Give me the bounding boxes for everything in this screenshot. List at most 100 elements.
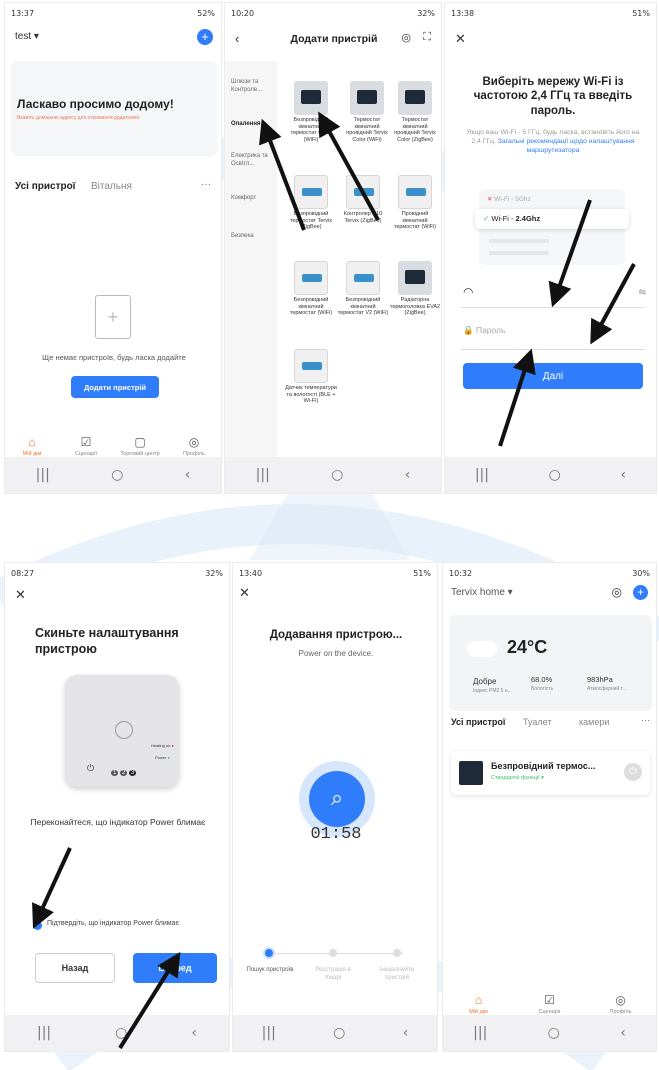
tab-cameras[interactable]: камери [579, 717, 609, 727]
phone-adding-device: 13:40 51% ✕ Додавання пристрою... Power … [232, 562, 438, 1052]
recent-apps-icon[interactable]: ||| [473, 1025, 487, 1041]
back-icon[interactable]: ‹ [405, 467, 411, 483]
tab-living-room[interactable]: Вітальня [91, 181, 132, 192]
phone-home-with-device: 10:32 30% Tervix home ▾ ◎ + 24°C Добре І… [442, 562, 657, 1052]
category-security[interactable]: Безпека [231, 233, 275, 241]
page-title: Скиньте налаштування пристрою [35, 626, 179, 657]
tab-all-devices[interactable]: Усі пристрої [451, 717, 505, 727]
status-bar: 13:38 51% [445, 3, 656, 23]
device-functions[interactable]: Стандартні функції ▾ [491, 775, 544, 781]
step-cloud-label: Реєстрація в Хмарі [315, 967, 351, 981]
welcome-card[interactable]: Ласкаво просимо додому! Вкажіть домашню … [11, 61, 217, 156]
home-button-icon[interactable]: ○ [549, 467, 561, 483]
power-led-label: Power ● [155, 755, 170, 760]
nav-scenes[interactable]: ☑ Сценарії [61, 435, 111, 457]
scan-icon[interactable]: ◎ [401, 31, 411, 44]
device-tile[interactable]: Безпровідний кімнатний термостат Cube (W… [285, 81, 337, 143]
back-button[interactable]: Назад [35, 953, 115, 983]
status-time: 10:20 [231, 8, 255, 18]
nav-home[interactable]: ⌂ Мій дім [7, 435, 57, 457]
device-tile[interactable]: Безпровідний кімнатний термостат V2 (WiF… [337, 261, 389, 317]
recent-apps-icon[interactable]: ||| [262, 1025, 276, 1041]
bottom-tab-bar: ⌂ Мій дім ☑ Сценарії ▢ Торговий центр ◎ Проф… [5, 435, 221, 457]
device-tile[interactable]: Датчик температури та вологості (BLE + W… [285, 349, 337, 405]
qr-icon[interactable]: ⛶ [423, 31, 431, 44]
device-tile[interactable]: Термостат кімнатний провідний Tervix Col… [389, 81, 441, 143]
back-icon[interactable]: ‹ [185, 467, 191, 483]
forward-button[interactable]: Вперед [133, 953, 217, 983]
close-icon[interactable]: ✕ [455, 31, 466, 47]
category-comfort[interactable]: Комфорт [231, 195, 275, 203]
step-search-label: Пошук пристроїв [246, 967, 294, 973]
home-button-icon[interactable]: ○ [115, 1025, 127, 1041]
back-icon[interactable]: ‹ [621, 467, 627, 483]
device-tile[interactable]: Радіаторна термоголовка EVA2 (ZigBee) [389, 261, 441, 317]
device-tile[interactable]: Термостат кімнатний провідний Tervix Col… [341, 81, 393, 143]
thermostat-thumbnail [459, 761, 483, 785]
device-tile[interactable]: Безпровідний кімнатний термостат (WiFi) [285, 261, 337, 317]
confirm-label: Підтвердіть, що індикатор Power блимає [47, 920, 180, 927]
password-field[interactable]: 🔒 Пароль [463, 325, 505, 336]
nav-profile[interactable]: ◎ Профіль [169, 435, 219, 457]
profile-icon: ◎ [188, 435, 200, 449]
wifi-illustration: ✕ Wi-Fi - 5Ghz ✓ Wi-Fi - 2.4Ghz [475, 189, 629, 265]
home-button-icon[interactable]: ○ [548, 1025, 560, 1041]
confirm-checkbox[interactable]: ✓ [33, 921, 42, 930]
close-icon[interactable]: ✕ [15, 587, 26, 603]
home-selector[interactable]: test ▾ [15, 31, 39, 42]
nav-home[interactable]: ⌂ Мій дім [454, 993, 504, 1015]
switch-network-icon[interactable]: ⇋ [638, 287, 646, 298]
device-tile[interactable]: Провідний кімнатний термостат (WiFi) [389, 175, 441, 231]
status-battery: 32% [205, 568, 223, 578]
nav-profile[interactable]: ◎ Профіль [596, 993, 646, 1015]
controller-image [346, 175, 380, 209]
back-icon[interactable]: ‹ [191, 1025, 197, 1041]
home-button-icon[interactable]: ○ [111, 467, 123, 483]
home-button-icon[interactable]: ○ [331, 467, 343, 483]
device-tile[interactable]: Безпровідний термостат Tervix (ZigBee) [285, 175, 337, 231]
category-electric[interactable]: Електрика та Освітл... [231, 153, 275, 168]
router-help-link[interactable]: Загальні рекомендації щодо налаштування … [498, 138, 635, 154]
status-bar: 13:40 51% [233, 563, 437, 583]
more-icon[interactable]: ··· [201, 179, 211, 190]
close-icon[interactable]: ✕ [239, 585, 250, 601]
next-button[interactable]: Далі [463, 363, 643, 389]
bag-icon: ▢ [134, 435, 146, 449]
add-icon[interactable]: + [197, 29, 213, 45]
nav-scenes[interactable]: ☑ Сценарії [525, 993, 575, 1015]
status-battery: 51% [632, 8, 650, 18]
home-button-icon[interactable]: ○ [333, 1025, 345, 1041]
status-time: 08:27 [11, 568, 35, 578]
step-dot-active [263, 947, 275, 959]
back-icon[interactable]: ‹ [403, 1025, 409, 1041]
phone-wifi-setup: 13:38 51% ✕ Виберіть мережу Wi-Fi із час… [444, 2, 657, 494]
ssid-input-underline[interactable] [461, 307, 645, 308]
home-selector[interactable]: Tervix home ▾ [451, 587, 513, 598]
device-card[interactable]: Безпровідний термос... Стандартні функці… [451, 751, 650, 795]
back-icon[interactable]: ‹ [620, 1025, 626, 1041]
camera-icon[interactable]: ◎ [612, 585, 622, 599]
status-battery: 51% [413, 568, 431, 578]
welcome-title: Ласкаво просимо додому! [17, 97, 174, 111]
android-nav: ||| ○ ‹ [225, 457, 441, 493]
thermostat-image [294, 261, 328, 295]
wifi-24ghz-row: ✓ Wi-Fi - 2.4Ghz [475, 209, 629, 229]
power-icon[interactable]: ⏻ [624, 763, 642, 781]
category-heating[interactable]: Опалення [231, 121, 275, 129]
tab-all-devices[interactable]: Усі пристрої [15, 181, 76, 192]
add-icon[interactable]: + [633, 585, 648, 600]
phone-add-device: 10:20 32% ‹ Додати пристрій ◎ ⛶ Шлюзи та… [224, 2, 442, 494]
nav-mall[interactable]: ▢ Торговий центр [115, 435, 165, 457]
recent-apps-icon[interactable]: ||| [37, 1025, 51, 1041]
category-list: Шлюзи та Контроле... Опалення Електрика … [225, 61, 277, 481]
recent-apps-icon[interactable]: ||| [475, 467, 489, 483]
more-icon[interactable]: ··· [641, 715, 650, 725]
category-gateways[interactable]: Шлюзи та Контроле... [231, 79, 275, 94]
add-device-button[interactable]: Додати пристрій [71, 376, 159, 398]
device-name: Безпровідний термос... [491, 761, 596, 771]
device-tile[interactable]: Контролер X10 Tervix (ZigBee) [337, 175, 389, 224]
recent-apps-icon[interactable]: ||| [36, 467, 50, 483]
recent-apps-icon[interactable]: ||| [256, 467, 270, 483]
status-bar: 10:20 32% [225, 3, 441, 23]
tab-toilet[interactable]: Туалет [523, 717, 551, 727]
